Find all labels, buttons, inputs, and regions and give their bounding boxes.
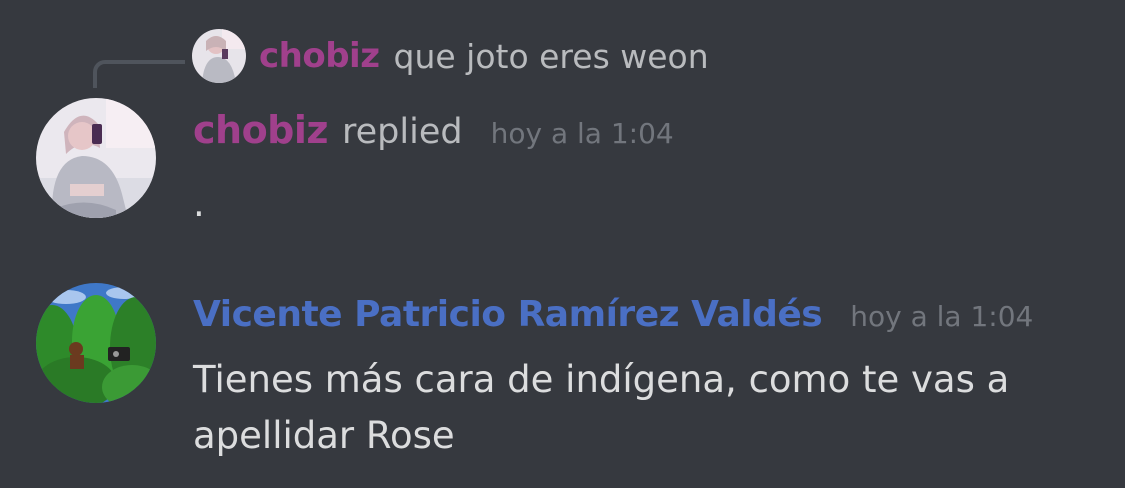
- message-2-text: Tienes más cara de indígena, como te vas…: [193, 358, 1010, 457]
- message-2-header: Vicente Patricio Ramírez Valdés hoy a la…: [193, 294, 1033, 335]
- reply-text[interactable]: que joto eres weon: [394, 37, 709, 76]
- message-1-header: chobiz replied hoy a la 1:04: [193, 108, 674, 152]
- message-1-action: replied: [342, 112, 463, 152]
- girl-selfie-avatar-icon: [192, 29, 246, 83]
- message-1-author[interactable]: chobiz: [193, 108, 329, 152]
- message-1-text: .: [193, 182, 205, 225]
- chat-area: chobiz que joto eres weon chobiz replied…: [0, 0, 1125, 488]
- message-2-avatar[interactable]: [36, 283, 156, 403]
- message-1-timestamp: hoy a la 1:04: [490, 117, 674, 150]
- message-1-avatar[interactable]: [36, 98, 156, 218]
- girl-selfie-avatar-icon: [36, 98, 156, 218]
- message-2-author[interactable]: Vicente Patricio Ramírez Valdés: [193, 294, 823, 335]
- reply-reference[interactable]: chobiz que joto eres weon: [192, 28, 709, 84]
- reply-spine: [93, 60, 185, 88]
- reply-author[interactable]: chobiz: [259, 36, 380, 76]
- jungle-donkey-kong-avatar-icon: [36, 283, 156, 403]
- message-2-timestamp: hoy a la 1:04: [850, 300, 1034, 333]
- reply-avatar[interactable]: [192, 29, 246, 83]
